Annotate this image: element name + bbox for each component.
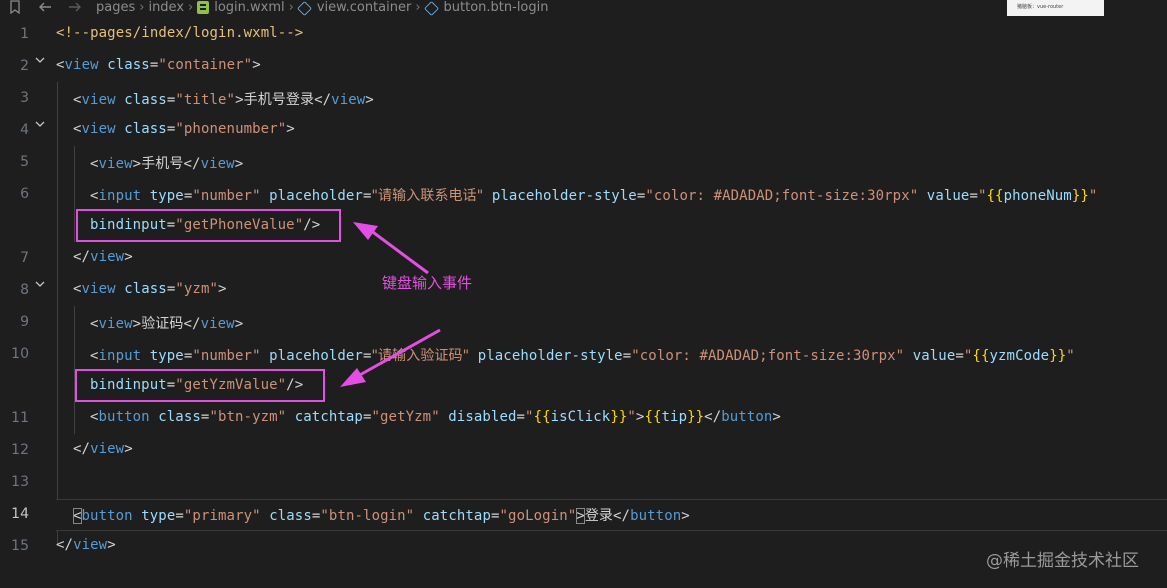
- highlight-box-bindinput-phone: [76, 209, 341, 242]
- line-number: 11: [11, 410, 29, 426]
- line-number: 9: [20, 314, 29, 330]
- fold-chevron-icon[interactable]: [35, 119, 45, 129]
- comment: <!--pages/index/login.wxml-->: [56, 25, 304, 41]
- line-number: 6: [20, 186, 29, 202]
- breadcrumb-item-container[interactable]: view.container: [317, 0, 411, 16]
- code-line: 6 <input type="number" placeholder="请输入联…: [0, 178, 1167, 210]
- fold-chevron-icon[interactable]: [35, 279, 45, 289]
- fold-chevron-icon[interactable]: [35, 55, 45, 65]
- line-number: 2: [20, 58, 29, 74]
- breadcrumb-item-file[interactable]: login.wxml: [214, 0, 284, 16]
- line-number: 5: [20, 154, 29, 170]
- element-cube-icon: [423, 1, 439, 16]
- overlay-thumbnail: 猪脑板：vue-router: [1007, 0, 1104, 16]
- breadcrumb: pages › index › login.wxml › view.container › bu…: [96, 0, 549, 18]
- code-line: 1 <!--pages/index/login.wxml-->: [0, 18, 1167, 50]
- line-number: 8: [20, 282, 29, 298]
- breadcrumb-bar: pages › index › login.wxml › view.container › bu…: [0, 0, 1167, 18]
- thumbnail-text: 猪脑板：vue-router: [1017, 4, 1064, 10]
- code-line: 13: [0, 466, 1167, 498]
- code-line: 9 <view>验证码</view>: [0, 306, 1167, 338]
- line-number: 7: [20, 250, 29, 266]
- line-number: 3: [20, 90, 29, 106]
- breadcrumb-item-button[interactable]: button.btn-login: [444, 0, 549, 16]
- code-line: 3 <view class="title">手机号登录</view>: [0, 82, 1167, 114]
- chevron-right-icon: ›: [188, 0, 194, 15]
- chevron-right-icon: ›: [139, 0, 145, 15]
- watermark: @稀土掘金技术社区: [986, 551, 1139, 571]
- line-number: 1: [20, 26, 29, 42]
- annotation-label: 键盘输入事件: [382, 274, 473, 292]
- back-arrow-icon[interactable]: [38, 0, 52, 18]
- code-line: 4 <view class="phonenumber">: [0, 114, 1167, 146]
- line-number: 15: [11, 538, 29, 554]
- highlight-box-bindinput-yzm: [75, 369, 325, 402]
- line-number: 12: [11, 442, 29, 458]
- code-line: 11 <button class="btn-yzm" catchtap="get…: [0, 402, 1167, 434]
- code-line: 2 <view class="container">: [0, 50, 1167, 82]
- chevron-right-icon: ›: [415, 0, 421, 15]
- line-number: 4: [20, 122, 29, 138]
- forward-arrow-icon[interactable]: [68, 0, 82, 18]
- breadcrumb-item-pages[interactable]: pages: [96, 0, 135, 16]
- code-line: 10 <input type="number" placeholder="请输入…: [0, 338, 1167, 370]
- code-editor[interactable]: 1 <!--pages/index/login.wxml--> 2 <view …: [0, 18, 1167, 588]
- chevron-right-icon: ›: [288, 0, 294, 15]
- code-line: 12 </view>: [0, 434, 1167, 466]
- code-line: 5 <view>手机号</view>: [0, 146, 1167, 178]
- bookmark-icon[interactable]: [9, 0, 21, 18]
- breadcrumb-item-index[interactable]: index: [148, 0, 184, 16]
- code-line: 7 </view>: [0, 242, 1167, 274]
- code-line-active: 14 <button type="primary" class="btn-log…: [0, 498, 1167, 530]
- line-number: 14: [11, 506, 29, 522]
- wxml-file-icon: [197, 1, 210, 14]
- element-cube-icon: [296, 1, 312, 16]
- line-number: 13: [11, 474, 29, 490]
- code-line: 8 <view class="yzm">: [0, 274, 1167, 306]
- line-number: 10: [11, 346, 29, 362]
